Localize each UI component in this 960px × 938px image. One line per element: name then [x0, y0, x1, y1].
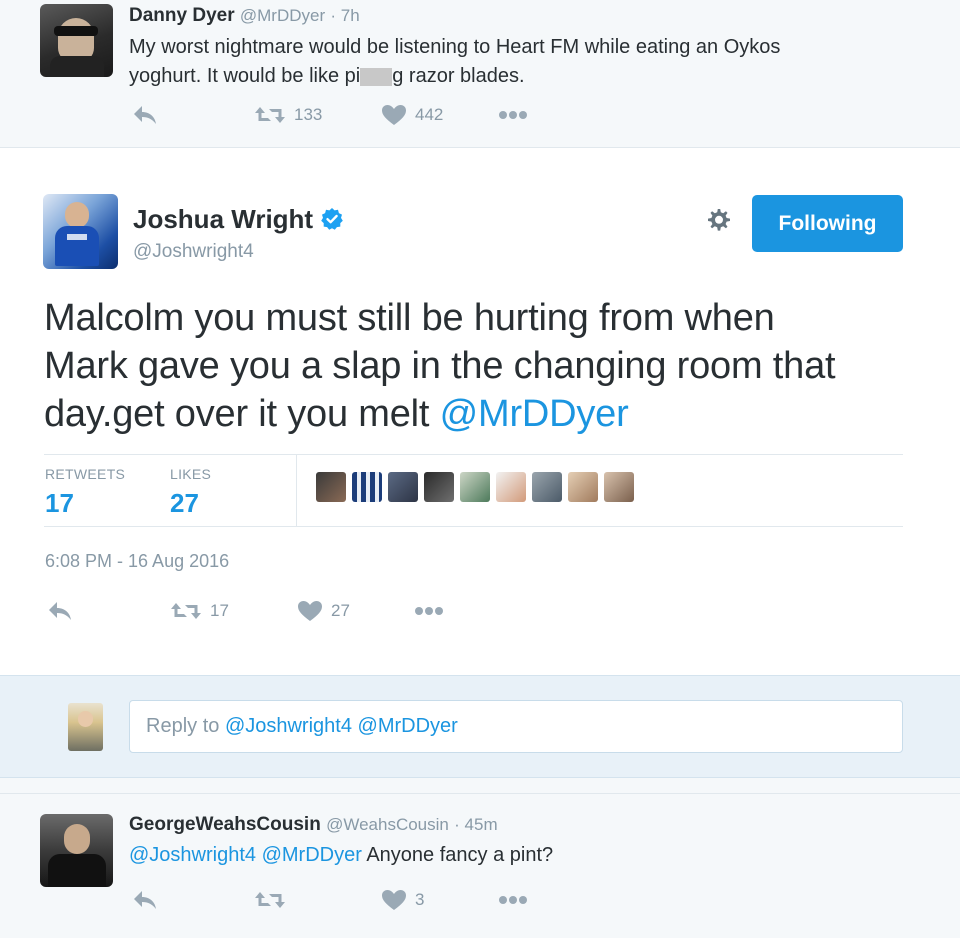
tweet-timestamp[interactable]: 6:08 PM - 16 Aug 2016: [45, 551, 229, 572]
liker-avatar[interactable]: [568, 472, 598, 502]
reply-icon: [134, 106, 156, 124]
tweet-georgeweahscousin[interactable]: GeorgeWeahsCousin @WeahsCousin · 45m @Jo…: [0, 793, 960, 938]
reply-composer: Reply to @Joshwright4 @MrDDyer: [0, 675, 960, 778]
author-name[interactable]: Joshua Wright: [133, 204, 313, 234]
retweet-button[interactable]: [254, 889, 286, 911]
avatar[interactable]: [40, 814, 113, 887]
retweets-stat[interactable]: RETWEETS 17: [45, 466, 125, 519]
avatar: [68, 703, 103, 751]
like-button[interactable]: 3: [381, 889, 424, 911]
tweet-joshua-wright[interactable]: Joshua Wright @Joshwright4 Following Mal…: [0, 148, 960, 675]
verified-icon: [321, 208, 344, 230]
liker-avatar[interactable]: [460, 472, 490, 502]
tweet-text: Anyone fancy a pint?: [361, 844, 554, 866]
like-count: 442: [415, 105, 444, 124]
author-name[interactable]: GeorgeWeahsCousin: [129, 814, 321, 835]
liker-avatar[interactable]: [352, 472, 382, 502]
liker-avatar[interactable]: [316, 472, 346, 502]
reply-input[interactable]: Reply to @Joshwright4 @MrDDyer: [129, 700, 903, 753]
liker-avatar[interactable]: [388, 472, 418, 502]
tweet-time[interactable]: · 7h: [330, 6, 359, 25]
avatar[interactable]: [40, 4, 113, 77]
like-count: 3: [415, 890, 425, 909]
avatar[interactable]: [43, 194, 118, 269]
retweet-button[interactable]: 133: [254, 104, 322, 126]
settings-button[interactable]: [703, 205, 733, 240]
stat-count: 17: [45, 488, 74, 518]
author-handle[interactable]: @WeahsCousin: [326, 815, 449, 834]
likers-avatars: [316, 472, 640, 502]
heart-icon: [382, 105, 406, 125]
reply-icon: [134, 891, 156, 909]
retweet-icon: [255, 107, 285, 123]
gear-icon: [708, 209, 730, 231]
reply-button[interactable]: [47, 600, 73, 622]
stat-label: RETWEETS: [45, 466, 126, 482]
heart-icon: [382, 890, 406, 910]
reply-button[interactable]: [132, 889, 158, 911]
retweet-button[interactable]: 17: [170, 600, 229, 622]
likes-stat[interactable]: LIKES 27: [170, 466, 211, 519]
liker-avatar[interactable]: [496, 472, 526, 502]
stat-label: LIKES: [170, 466, 212, 482]
author-handle[interactable]: @MrDDyer: [240, 6, 325, 25]
liker-avatar[interactable]: [604, 472, 634, 502]
more-icon: [415, 607, 443, 615]
tweet-danny-dyer[interactable]: Danny Dyer @MrDDyer · 7h My worst nightm…: [0, 0, 960, 148]
censor-block: [360, 67, 393, 86]
tweet-text-line: My worst nightmare would be listening to…: [129, 36, 781, 58]
reply-button[interactable]: [132, 104, 158, 126]
retweet-icon: [255, 892, 285, 908]
tweet-text-line: Malcolm you must still be hurting from w…: [44, 297, 775, 339]
more-button[interactable]: [498, 895, 528, 905]
reply-icon: [49, 602, 71, 620]
author-name[interactable]: Danny Dyer: [129, 5, 235, 26]
liker-avatar[interactable]: [532, 472, 562, 502]
mention-link[interactable]: @Joshwright4: [129, 844, 256, 866]
tweet-time[interactable]: · 45m: [454, 815, 497, 834]
following-button[interactable]: Following: [752, 195, 903, 252]
reply-mentions: @Joshwright4 @MrDDyer: [224, 715, 458, 737]
like-button[interactable]: 27: [297, 600, 350, 622]
tweet-text-fragment: yoghurt. It would be like pi: [129, 65, 361, 87]
stat-count: 27: [170, 488, 199, 518]
mention-link[interactable]: @MrDDyer: [440, 393, 629, 435]
more-button[interactable]: [414, 606, 444, 616]
like-count: 27: [331, 601, 350, 620]
more-icon: [499, 896, 527, 904]
author-handle[interactable]: @Joshwright4: [133, 241, 254, 263]
more-button[interactable]: [498, 110, 528, 120]
more-icon: [499, 111, 527, 119]
mention-link[interactable]: @MrDDyer: [262, 844, 362, 866]
reply-placeholder: Reply to: [146, 715, 225, 737]
like-button[interactable]: 442: [381, 104, 443, 126]
retweet-count: 133: [294, 105, 323, 124]
liker-avatar[interactable]: [424, 472, 454, 502]
heart-icon: [298, 601, 322, 621]
tweet-text-line: Mark gave you a slap in the changing roo…: [44, 345, 836, 387]
tweet-text-line: day.get over it you melt: [44, 393, 440, 435]
retweet-count: 17: [210, 601, 229, 620]
tweet-text-fragment: g razor blades.: [392, 65, 525, 87]
retweet-icon: [171, 603, 201, 619]
